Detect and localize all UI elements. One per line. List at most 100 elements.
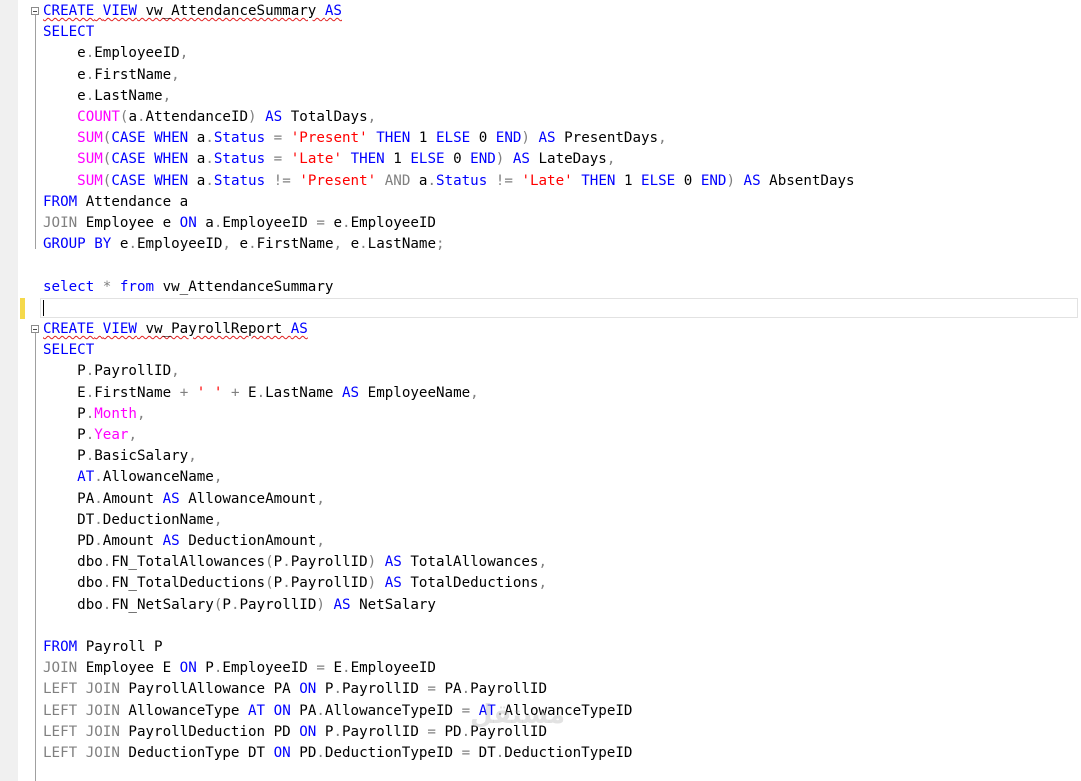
code-token: , — [179, 45, 189, 62]
code-token: AllowanceAmount — [179, 490, 317, 507]
code-token: END — [495, 130, 522, 147]
code-line[interactable]: SUM(CASE WHEN a.Status = 'Present' THEN … — [43, 128, 666, 149]
code-line[interactable]: CREATE VIEW vw_AttendanceSummary AS — [43, 1, 342, 22]
code-line[interactable]: PD.Amount AS DeductionAmount, — [43, 531, 325, 552]
code-line[interactable]: SELECT — [43, 340, 94, 361]
code-token: DeductionTypeID — [324, 745, 462, 761]
code-token: SELECT — [43, 24, 95, 41]
code-token: Amount — [102, 490, 163, 507]
code-line[interactable]: SUM(CASE WHEN a.Status != 'Present' AND … — [43, 171, 855, 192]
code-token: e — [43, 87, 86, 104]
code-token: JOIN — [43, 215, 78, 231]
code-token: = — [316, 215, 325, 231]
code-line[interactable]: dbo.FN_TotalDeductions(P.PayrollID) AS T… — [43, 573, 547, 594]
code-line[interactable]: SELECT — [43, 22, 94, 43]
code-token: FROM — [43, 193, 78, 210]
collapse-region-icon[interactable] — [31, 325, 39, 333]
code-token: DeductionAmount — [179, 533, 317, 549]
code-token: , — [538, 554, 548, 571]
code-token: AS — [162, 533, 180, 549]
collapse-region-icon[interactable] — [31, 7, 39, 15]
code-token: . — [333, 681, 342, 698]
code-token: EmployeeID — [137, 236, 223, 253]
code-token: + — [230, 384, 240, 401]
code-line[interactable]: e.EmployeeID, — [43, 43, 188, 64]
code-token: EmployeeName — [359, 384, 471, 401]
code-line[interactable]: JOIN Employee e ON a.EmployeeID = e.Empl… — [43, 213, 436, 234]
code-token: DT — [470, 745, 496, 761]
code-token: = — [461, 702, 471, 719]
code-token: a — [128, 109, 137, 125]
code-token: 0 — [470, 130, 496, 147]
code-line[interactable]: COUNT(a.AttendanceID) AS TotalDays, — [43, 107, 376, 128]
code-line[interactable]: dbo.FN_NetSalary(P.PayrollID) AS NetSala… — [43, 595, 436, 616]
code-token: . — [85, 363, 95, 380]
code-token: e — [324, 215, 343, 231]
code-token: vw_AttendanceSummary — [136, 3, 325, 19]
code-token: AS — [743, 172, 761, 189]
code-token: JOIN — [85, 681, 120, 698]
code-line[interactable]: AT.AllowanceName, — [43, 467, 222, 488]
code-line[interactable]: FROM Attendance a — [43, 192, 188, 213]
code-token: EmployeeID — [350, 215, 436, 231]
code-token: LastName — [367, 236, 437, 253]
code-token: DeductionTypeID — [504, 745, 633, 761]
code-token: . — [359, 236, 368, 253]
code-token: from — [119, 278, 155, 295]
code-token: Month — [94, 405, 137, 422]
code-token: . — [85, 87, 95, 104]
code-token: EmployeeID — [222, 215, 317, 231]
code-token: 'Late' — [521, 172, 573, 189]
code-token: . — [85, 45, 95, 62]
code-line[interactable]: DT.DeductionName, — [43, 510, 222, 531]
code-token: SUM — [77, 151, 103, 168]
code-line[interactable]: P.Year, — [43, 425, 137, 446]
code-token: FirstName — [94, 384, 180, 401]
code-line[interactable]: GROUP BY e.EmployeeID, e.FirstName, e.La… — [43, 234, 445, 255]
code-line[interactable]: e.FirstName, — [43, 65, 180, 86]
sql-query-editor[interactable]: CREATE VIEW vw_AttendanceSummary AS SELEC… — [0, 0, 1081, 781]
code-token: . — [85, 405, 95, 422]
code-token: != — [495, 172, 513, 189]
code-token: AbsentDays — [760, 172, 855, 189]
code-token: a — [188, 130, 206, 147]
code-line[interactable]: e.LastName, — [43, 86, 171, 107]
code-token: Amount — [102, 533, 163, 549]
code-token: PA — [435, 681, 462, 698]
code-token: DT — [43, 511, 95, 528]
code-line[interactable]: E.FirstName + ' ' + E.LastName AS Employ… — [43, 383, 479, 404]
code-line[interactable]: LEFT JOIN PayrollAllowance PA ON P.Payro… — [43, 679, 547, 700]
code-line[interactable]: LEFT JOIN DeductionType DT ON PD.Deducti… — [43, 743, 632, 764]
code-line[interactable]: P.PayrollID, — [43, 361, 180, 382]
code-token: ; — [436, 236, 445, 253]
code-line[interactable]: P.Month, — [43, 404, 145, 425]
code-line[interactable]: FROM Payroll P — [43, 637, 163, 658]
code-line[interactable]: JOIN Employee E ON P.EmployeeID = E.Empl… — [43, 658, 436, 679]
code-line[interactable]: dbo.FN_TotalAllowances(P.PayrollID) AS T… — [43, 552, 547, 573]
code-token: LEFT — [43, 681, 78, 698]
code-token: AllowanceType — [119, 702, 249, 719]
code-line[interactable]: P.BasicSalary, — [43, 446, 197, 467]
code-token: . — [205, 130, 214, 147]
code-token: ON — [179, 215, 197, 231]
code-line[interactable]: select * from vw_AttendanceSummary — [43, 277, 333, 298]
code-token: Employee e — [77, 215, 180, 231]
code-line[interactable]: CREATE VIEW vw_PayrollReport AS — [43, 319, 308, 340]
code-line[interactable]: PA.Amount AS AllowanceAmount, — [43, 489, 325, 510]
code-token: , — [606, 151, 616, 168]
code-token: P — [43, 405, 86, 422]
code-token: ) — [726, 172, 735, 189]
code-token: 1 — [384, 151, 411, 168]
code-token: . — [256, 384, 266, 401]
code-line[interactable]: SUM(CASE WHEN a.Status = 'Late' THEN 1 E… — [43, 149, 615, 170]
